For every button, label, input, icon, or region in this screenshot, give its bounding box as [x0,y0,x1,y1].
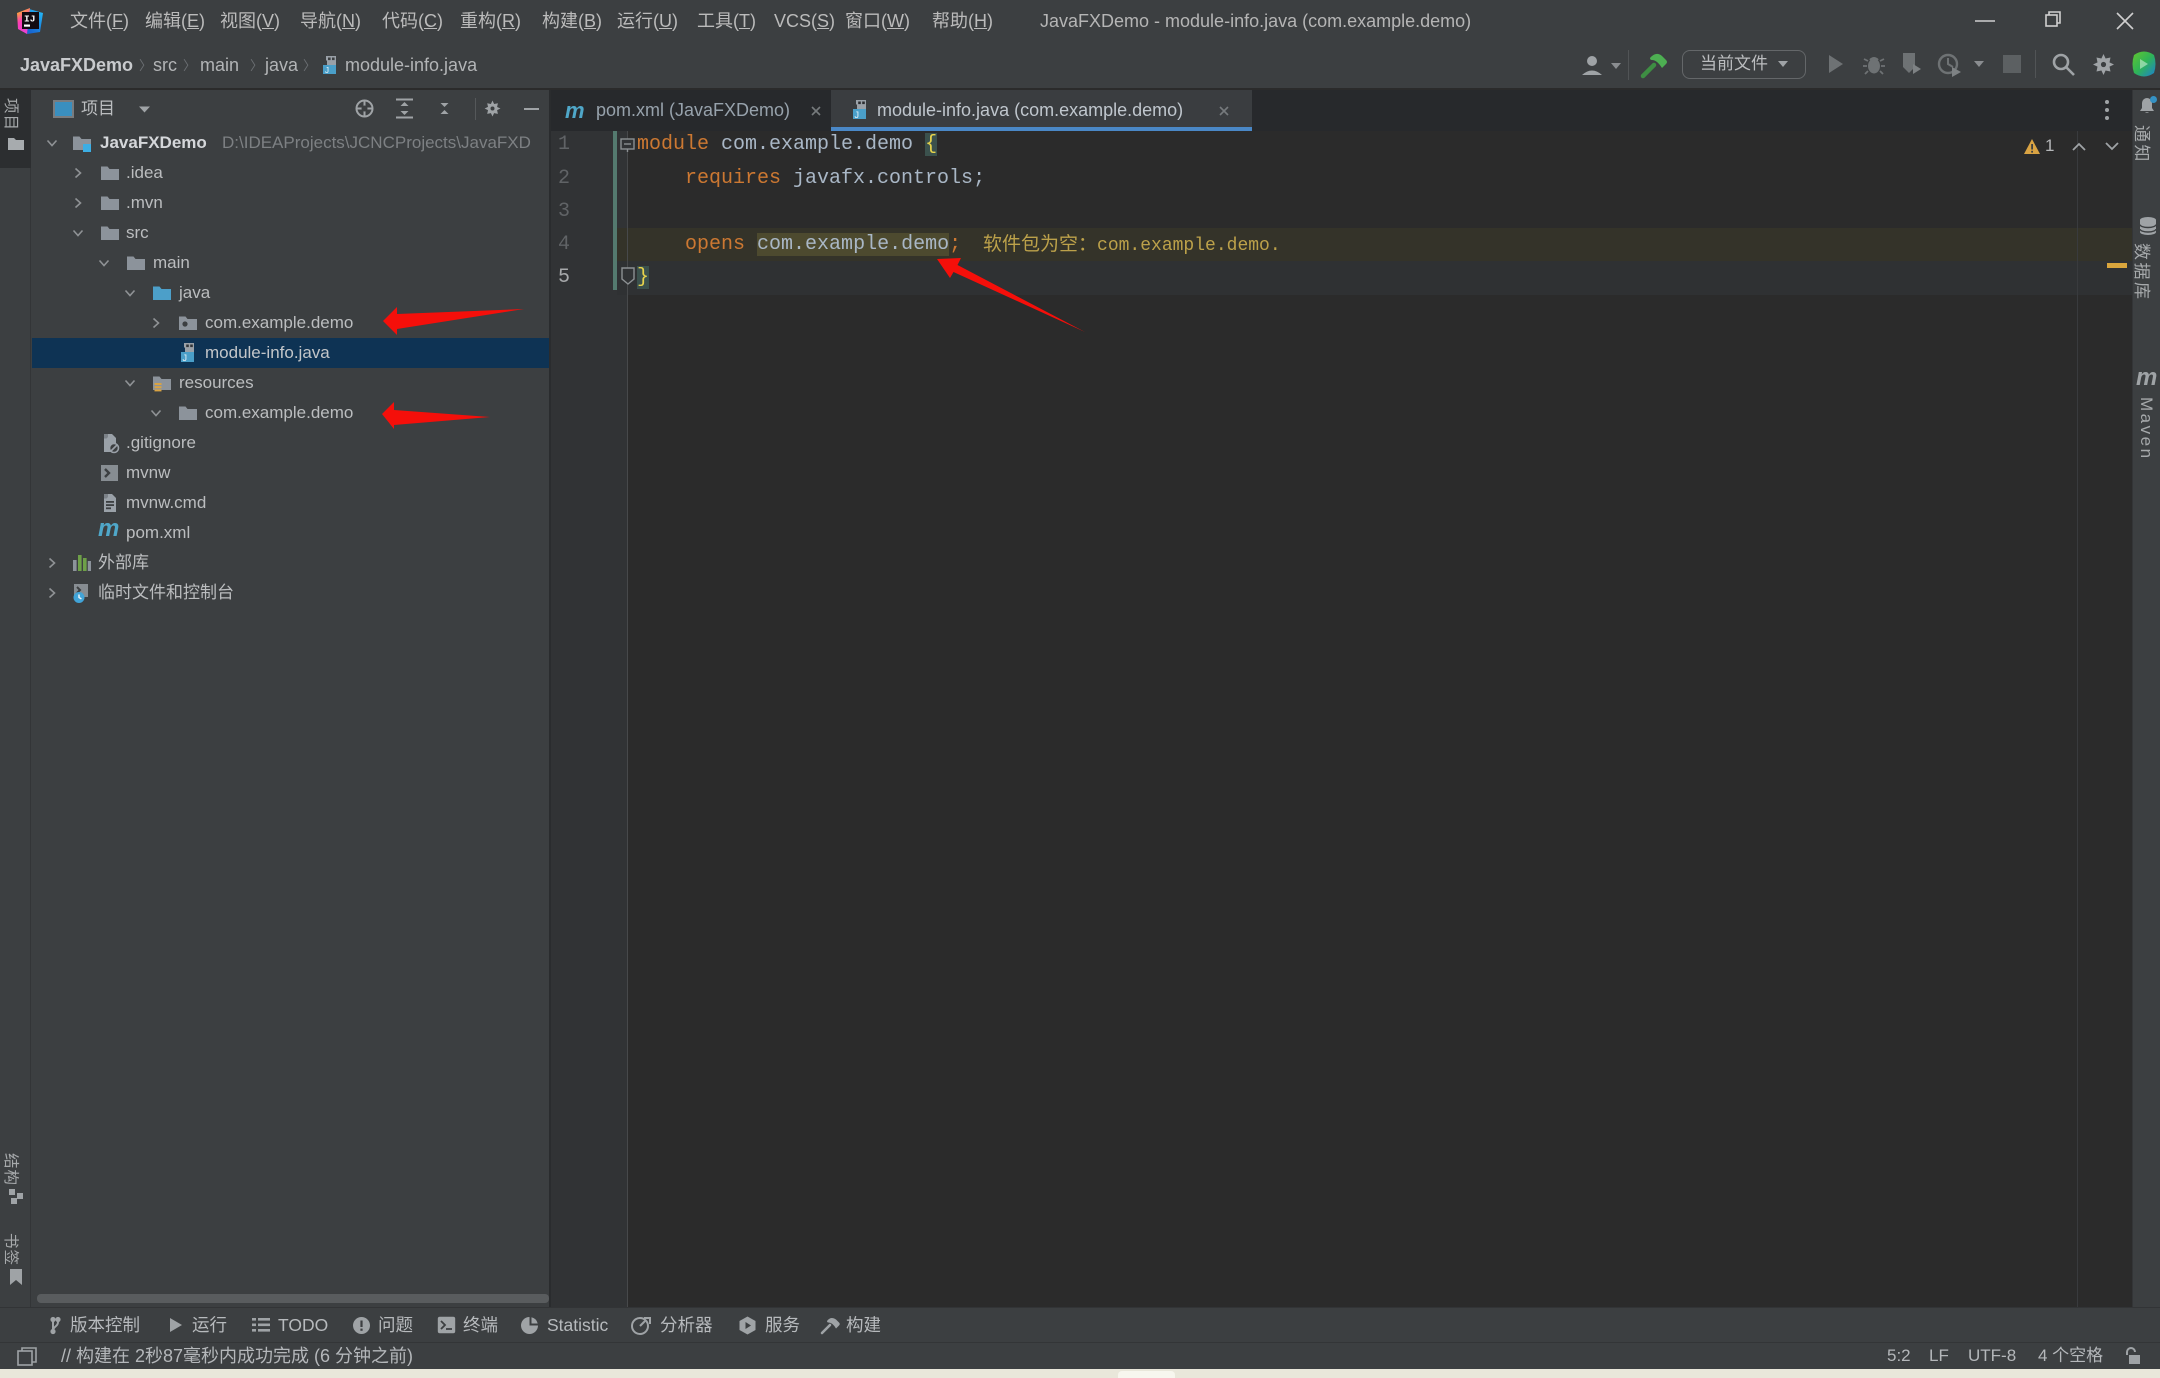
svg-text:J: J [325,66,329,75]
svg-text:J: J [183,353,188,363]
svg-text:IJ: IJ [24,14,35,25]
svg-text:J: J [855,110,860,120]
